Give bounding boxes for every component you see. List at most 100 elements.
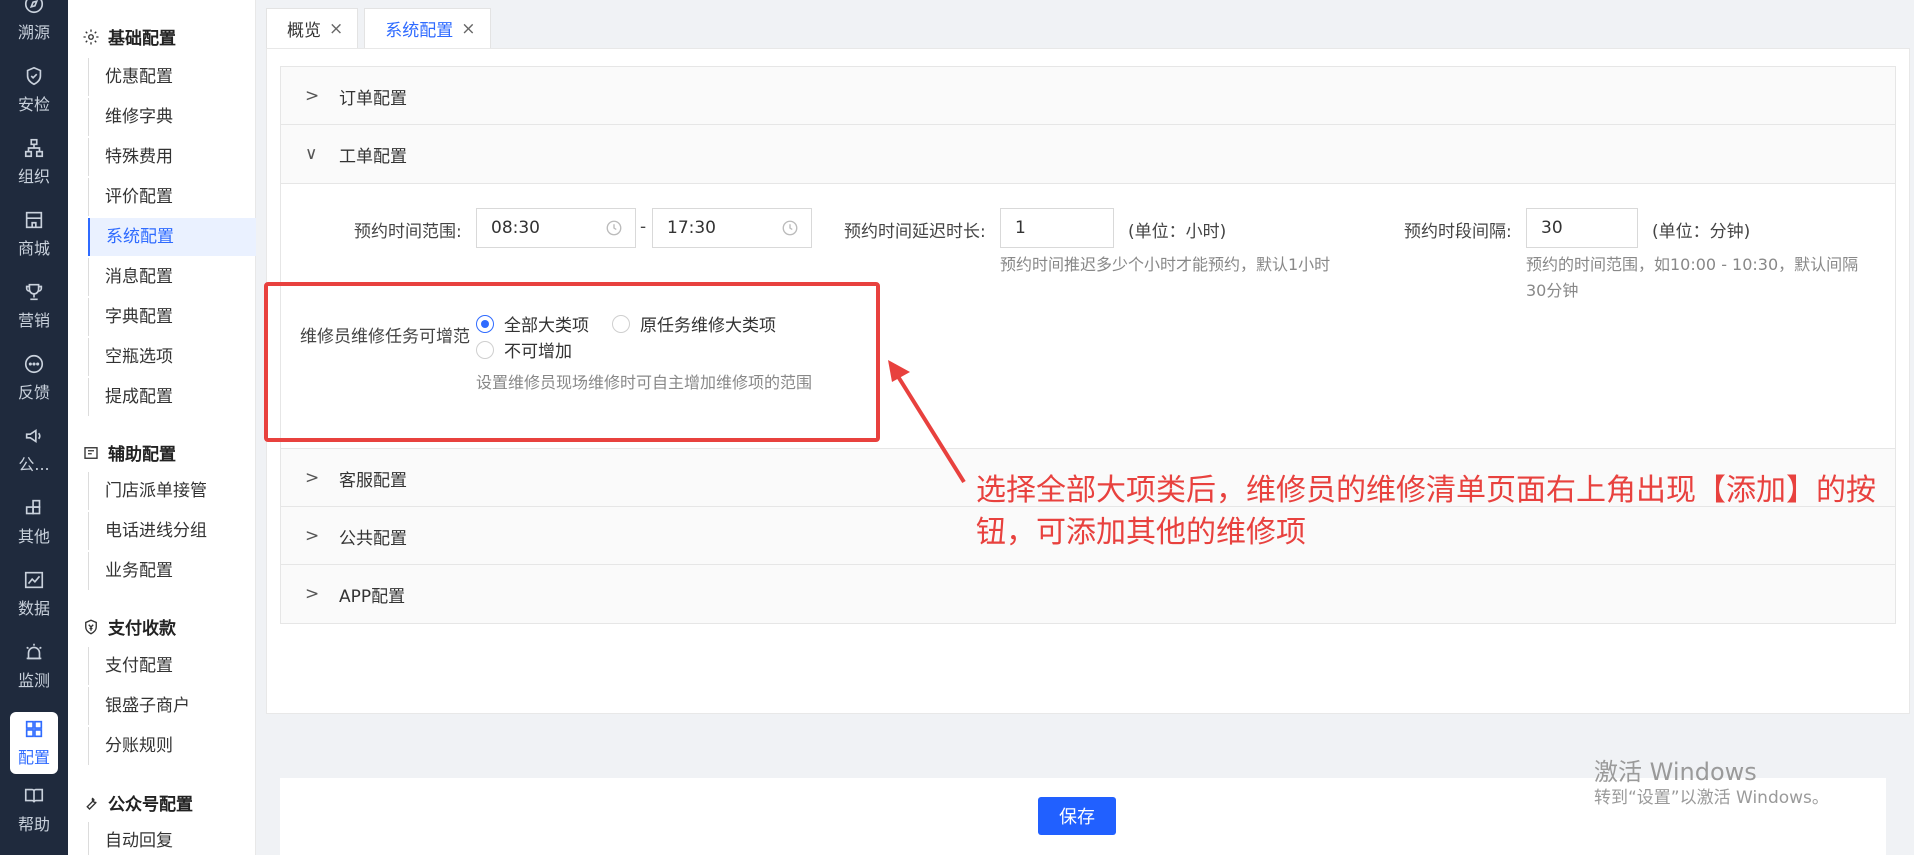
group-basic-config[interactable]: 基础配置 (82, 24, 176, 49)
sidebar-item-dict[interactable]: 字典配置 (88, 298, 256, 336)
rail-item-config[interactable]: 配置 (10, 712, 58, 774)
sidebar-item-business[interactable]: 业务配置 (88, 552, 256, 590)
interval-label: 预约时段间隔: (1404, 222, 1512, 242)
alarm-icon (26, 643, 42, 660)
time-end-value: 17:30 (667, 218, 716, 238)
chevron-right-icon: > (305, 468, 320, 488)
sidebar-item-split-rule[interactable]: 分账规则 (88, 727, 256, 765)
rail-item-organization[interactable]: 组织 (0, 130, 68, 194)
plus-grid-icon (25, 499, 41, 515)
clock-icon (606, 220, 622, 236)
group-official-account[interactable]: 公众号配置 (82, 790, 193, 815)
delay-input[interactable]: 1 (1000, 208, 1114, 248)
book-icon (24, 788, 44, 803)
line-chart-icon (24, 571, 44, 589)
delay-label: 预约时间延迟时长: (844, 222, 986, 242)
rail-item-safety-check[interactable]: 安检 (0, 58, 68, 122)
rail-item-other[interactable]: 其他 (0, 490, 68, 554)
main-nav-rail: 溯源 安检 组织 商城 营销 反馈 公... 其他 数据 监测 配置 帮助 (0, 0, 68, 855)
delay-unit: (单位：小时) (1128, 222, 1227, 242)
time-range-label: 预约时间范围: (354, 222, 462, 242)
close-icon[interactable]: × (461, 19, 475, 39)
sidebar-item-phone-group[interactable]: 电话进线分组 (88, 512, 256, 550)
shield-check-icon (26, 66, 42, 86)
group-assist-config[interactable]: 辅助配置 (82, 440, 176, 465)
rail-item-help[interactable]: 帮助 (0, 778, 68, 842)
section-title: 公共配置 (339, 528, 407, 549)
section-workorder-config[interactable]: ∨ 工单配置 (280, 124, 1896, 184)
gear-icon (83, 29, 99, 44)
time-end-input[interactable]: 17:30 (652, 208, 812, 248)
windows-watermark-subtitle: 转到“设置”以激活 Windows。 (1594, 788, 1829, 808)
tab-overview[interactable]: 概览 × (266, 8, 359, 48)
windows-watermark-title: 激活 Windows (1594, 758, 1757, 786)
sidebar-item-repair-dict[interactable]: 维修字典 (88, 98, 256, 136)
section-order-config[interactable]: > 订单配置 (280, 66, 1896, 126)
chat-bubble-icon (24, 354, 44, 374)
tab-bar: 概览 × 系统配置 × (266, 8, 497, 48)
rail-item-trace[interactable]: 溯源 (0, 0, 68, 50)
rail-label: 其他 (17, 527, 50, 546)
trophy-icon (25, 283, 43, 301)
wrench-icon (86, 797, 97, 810)
org-tree-icon (24, 138, 44, 158)
section-app-config[interactable]: > APP配置 (280, 564, 1896, 624)
sidebar-item-system[interactable]: 系统配置 (88, 218, 256, 256)
time-start-value: 08:30 (491, 218, 540, 238)
sidebar-item-commission[interactable]: 提成配置 (88, 378, 256, 416)
group-title: 基础配置 (108, 29, 176, 49)
rail-label: 监测 (17, 671, 50, 690)
chevron-down-icon: ∨ (305, 144, 318, 164)
sidebar-item-empty-bottle[interactable]: 空瓶选项 (88, 338, 256, 376)
rail-label: 公... (18, 455, 50, 474)
rail-label: 营销 (17, 311, 50, 330)
sidebar-item-sub-merchant[interactable]: 银盛子商户 (88, 687, 256, 725)
rail-item-marketing[interactable]: 营销 (0, 274, 68, 338)
sidebar-item-review[interactable]: 评价配置 (88, 178, 256, 216)
group-payment[interactable]: 支付收款 (82, 614, 176, 639)
rail-item-announcement[interactable]: 公... (0, 418, 68, 482)
rail-item-data[interactable]: 数据 (0, 562, 68, 626)
section-title: 客服配置 (339, 470, 407, 491)
rail-label: 商城 (17, 239, 50, 258)
sidebar-item-auto-reply[interactable]: 自动回复 (88, 822, 256, 855)
interval-unit: (单位：分钟) (1652, 222, 1751, 242)
save-button[interactable]: 保存 (1038, 797, 1116, 835)
rail-label: 反馈 (17, 383, 50, 402)
rail-label: 溯源 (17, 23, 50, 42)
megaphone-icon (25, 428, 41, 444)
rail-item-feedback[interactable]: 反馈 (0, 346, 68, 410)
rail-item-mall[interactable]: 商城 (0, 202, 68, 266)
time-start-input[interactable]: 08:30 (476, 208, 636, 248)
assist-icon (84, 446, 98, 459)
interval-input[interactable]: 30 (1526, 208, 1638, 248)
group-title: 公众号配置 (108, 795, 193, 815)
sidebar-item-payment[interactable]: 支付配置 (88, 647, 256, 685)
sidebar-item-special-fee[interactable]: 特殊费用 (88, 138, 256, 176)
rail-item-monitor[interactable]: 监测 (0, 634, 68, 698)
time-separator: - (640, 217, 647, 237)
rail-label: 数据 (17, 599, 50, 618)
sidebar-item-store-dispatch[interactable]: 门店派单接管 (88, 472, 256, 510)
sidebar-item-message[interactable]: 消息配置 (88, 258, 256, 296)
grid-icon (25, 720, 43, 738)
chevron-right-icon: > (305, 526, 320, 546)
rail-label: 安检 (17, 95, 50, 114)
group-title: 辅助配置 (108, 445, 176, 465)
tab-label: 概览 (287, 21, 321, 41)
annotation-text: 选择全部大项类后，维修员的维修清单页面右上角出现【添加】的按钮，可添加其他的维修… (976, 473, 1876, 550)
sidebar-item-discount[interactable]: 优惠配置 (88, 58, 256, 96)
close-icon[interactable]: × (329, 19, 343, 39)
delay-hint: 预约时间推迟多少个小时才能预约，默认1小时 (1000, 255, 1331, 274)
chevron-right-icon: > (305, 86, 320, 106)
section-title: 工单配置 (339, 146, 407, 167)
annotation-arrow-icon (888, 360, 966, 484)
rail-label: 配置 (17, 748, 50, 767)
chevron-right-icon: > (305, 584, 320, 604)
tab-label: 系统配置 (385, 21, 454, 41)
rail-label: 组织 (17, 167, 50, 186)
highlight-box (264, 282, 880, 442)
section-title: 订单配置 (339, 88, 407, 109)
tab-system-config[interactable]: 系统配置 × (364, 8, 491, 48)
config-sidebar: 基础配置 优惠配置 维修字典 特殊费用 评价配置 系统配置 消息配置 字典配置 … (68, 0, 256, 855)
